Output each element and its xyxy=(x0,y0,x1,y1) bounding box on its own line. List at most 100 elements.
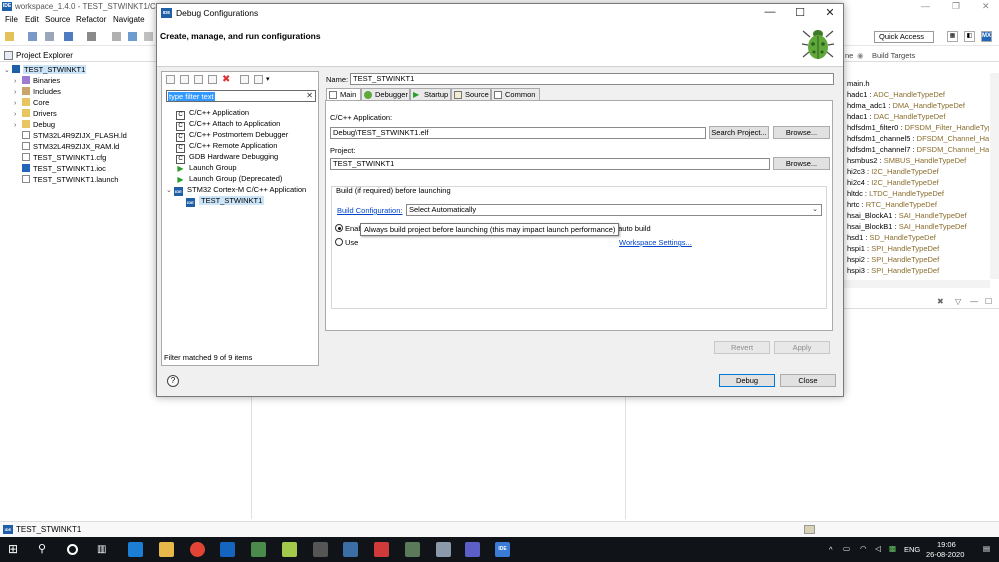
menu-refactor[interactable]: Refactor xyxy=(76,15,106,24)
app-tray-icon[interactable]: ▩ xyxy=(889,544,896,553)
new-config-icon[interactable] xyxy=(166,75,175,84)
app-icon[interactable] xyxy=(313,542,328,557)
tab-build-targets[interactable]: Build Targets xyxy=(872,51,915,60)
close-button[interactable]: Close xyxy=(780,374,836,387)
chevron-down-icon[interactable]: ⌄ xyxy=(4,65,12,76)
volume-icon[interactable]: ◁ xyxy=(875,544,881,553)
outline-hscrollbar[interactable] xyxy=(844,280,990,288)
app-icon[interactable] xyxy=(251,542,266,557)
menu-navigate[interactable]: Navigate xyxy=(113,15,145,24)
build-icon[interactable] xyxy=(64,32,73,41)
outline-row[interactable]: hsmbus2 : SMBUS_HandleTypeDef xyxy=(847,155,989,166)
perspective-mx-icon[interactable]: MX xyxy=(981,31,992,42)
outline-row[interactable]: hrtc : RTC_HandleTypeDef xyxy=(847,199,989,210)
outlook-icon[interactable] xyxy=(220,542,235,557)
wifi-icon[interactable]: ◠ xyxy=(860,544,867,553)
menu-file[interactable]: File xyxy=(5,15,18,24)
filter-config-icon[interactable] xyxy=(254,75,263,84)
print-icon[interactable] xyxy=(112,32,121,41)
save-icon[interactable] xyxy=(28,32,37,41)
tree-item[interactable]: › Debug xyxy=(14,119,55,130)
dialog-close-icon[interactable]: ✕ xyxy=(823,6,837,19)
config-type-item[interactable]: ⌄ IDE STM32 Cortex-M C/C++ Application xyxy=(166,184,306,196)
clear-filter-icon[interactable]: ✕ xyxy=(306,91,313,101)
app-icon[interactable] xyxy=(436,542,451,557)
restore-icon[interactable]: ❐ xyxy=(952,1,960,12)
collapse-all-icon[interactable] xyxy=(240,75,249,84)
browse-app-button[interactable]: Browse... xyxy=(773,126,830,139)
apply-button[interactable]: Apply xyxy=(774,341,830,354)
tree-item[interactable]: › Drivers xyxy=(14,108,57,119)
tree-item[interactable]: › Includes xyxy=(14,86,61,97)
tray-up-icon[interactable]: ^ xyxy=(829,545,833,554)
filter-input[interactable]: type filter text ✕ xyxy=(166,90,316,102)
project-input[interactable]: TEST_STWINKT1 xyxy=(330,158,770,170)
tree-item[interactable]: TEST_STWINKT1.launch xyxy=(22,174,118,185)
delete-config-icon[interactable]: ✖ xyxy=(222,75,231,85)
close-icon[interactable]: ✕ xyxy=(982,1,990,12)
build-configuration-link[interactable]: Build Configuration: xyxy=(337,206,402,215)
cortana-icon[interactable] xyxy=(67,544,78,555)
minimize-icon[interactable]: — xyxy=(921,1,930,11)
quick-access-field[interactable]: Quick Access xyxy=(874,31,934,43)
tree-item[interactable]: › Core xyxy=(14,97,49,108)
outline-row[interactable]: hltdc : LTDC_HandleTypeDef xyxy=(847,188,989,199)
notepad-icon[interactable] xyxy=(282,542,297,557)
config-type-item[interactable]: C C/C++ Application xyxy=(176,107,249,120)
search-project-button[interactable]: Search Project... xyxy=(709,126,769,139)
app-icon[interactable] xyxy=(343,542,358,557)
menu-source[interactable]: Source xyxy=(45,15,70,24)
export-config-icon[interactable] xyxy=(194,75,203,84)
outline-row[interactable]: hspi2 : SPI_HandleTypeDef xyxy=(847,254,989,265)
notifications-icon[interactable]: ▤ xyxy=(983,544,990,553)
build-configuration-select[interactable]: Select Automatically ⌄ xyxy=(406,204,822,216)
search-icon[interactable]: ⚲ xyxy=(38,542,53,557)
app-icon[interactable] xyxy=(405,542,420,557)
tab-startup[interactable]: ▶ Startup xyxy=(410,88,451,100)
toolbar-more-icon[interactable] xyxy=(144,32,153,41)
dialog-minimize-icon[interactable]: — xyxy=(763,6,777,18)
perspective-ide-icon[interactable]: ◧ xyxy=(964,31,975,42)
outline-row[interactable]: hsd1 : SD_HandleTypeDef xyxy=(847,232,989,243)
outline-row[interactable]: hadc1 : ADC_HandleTypeDef xyxy=(847,89,989,100)
tab-common[interactable]: Common xyxy=(491,88,540,100)
cursor-icon[interactable] xyxy=(128,32,137,41)
chevron-down-icon[interactable]: ⌄ xyxy=(166,185,174,196)
help-icon[interactable]: ? xyxy=(167,375,179,387)
config-type-item[interactable]: ▶ Launch Group (Deprecated) xyxy=(176,173,282,185)
minimize-view-icon[interactable]: — xyxy=(970,297,978,306)
workspace-settings-link[interactable]: Workspace Settings... xyxy=(619,238,692,247)
duplicate-config-icon[interactable] xyxy=(208,75,217,84)
config-type-item[interactable]: C C/C++ Attach to Application xyxy=(176,118,280,131)
tree-item[interactable]: STM32L4R9ZIJX_RAM.ld xyxy=(22,141,119,152)
status-tray-icon[interactable] xyxy=(804,525,815,534)
app-input[interactable]: Debug\TEST_STWINKT1.elf xyxy=(330,127,706,139)
debug-button[interactable]: Debug xyxy=(719,374,775,387)
pin-icon[interactable]: ✖ xyxy=(937,297,944,306)
file-explorer-icon[interactable] xyxy=(159,542,174,557)
config-type-item[interactable]: ▶ Launch Group xyxy=(176,162,237,174)
task-view-icon[interactable]: ▥ xyxy=(97,542,112,557)
view-menu-icon[interactable]: ▽ xyxy=(955,297,961,306)
config-instance-selected[interactable]: IDE TEST_STWINKT1 xyxy=(186,195,265,207)
teams-icon[interactable] xyxy=(465,542,480,557)
windows-start-icon[interactable]: ⊞ xyxy=(8,542,23,557)
tree-item[interactable]: › Binaries xyxy=(14,75,60,86)
tab-main[interactable]: Main xyxy=(326,88,361,100)
tree-item[interactable]: TEST_STWINKT1.cfg xyxy=(22,152,106,163)
chrome-icon[interactable] xyxy=(190,542,205,557)
outline-vscrollbar[interactable] xyxy=(990,73,999,279)
outline-file[interactable]: main.h xyxy=(847,78,989,89)
tab-debugger[interactable]: Debugger xyxy=(361,88,410,100)
outline-row[interactable]: hsai_BlockB1 : SAI_HandleTypeDef xyxy=(847,221,989,232)
chevron-right-icon[interactable]: › xyxy=(14,120,22,131)
outline-row[interactable]: hdac1 : DAC_HandleTypeDef xyxy=(847,111,989,122)
name-input[interactable]: TEST_STWINKT1 xyxy=(350,73,834,85)
outline-row[interactable]: hspi1 : SPI_HandleTypeDef xyxy=(847,243,989,254)
tree-item[interactable]: STM32L4R9ZIJX_FLASH.ld xyxy=(22,130,127,141)
outline-row[interactable]: hi2c4 : I2C_HandleTypeDef xyxy=(847,177,989,188)
tree-root[interactable]: ⌄ TEST_STWINKT1 xyxy=(4,64,87,76)
outline-row[interactable]: hdfsdm1_channel5 : DFSDM_Channel_HandleT… xyxy=(847,133,989,144)
edge-icon[interactable] xyxy=(128,542,143,557)
outline-row[interactable]: hdfsdm1_filter0 : DFSDM_Filter_HandleTyp… xyxy=(847,122,989,133)
